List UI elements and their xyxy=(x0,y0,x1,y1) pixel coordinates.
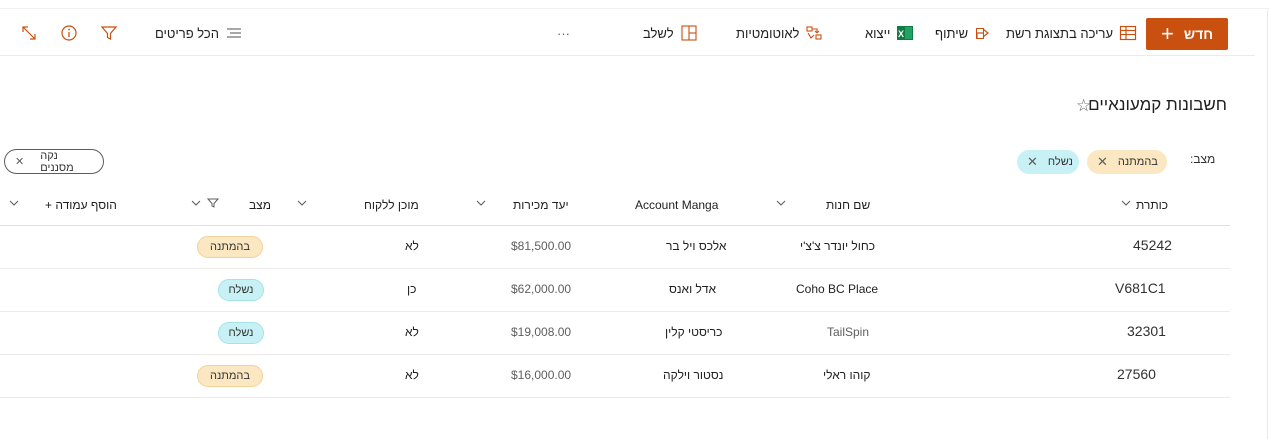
chevron-down-icon[interactable] xyxy=(8,197,20,209)
status-badge: נשלח xyxy=(218,322,264,344)
page-title: חשבונות קמעונאיים xyxy=(1088,95,1227,114)
automate-button[interactable]: לאוטומטיות xyxy=(736,22,823,44)
cell-manager: אלכס ויל בר xyxy=(666,239,727,253)
automate-icon xyxy=(806,26,823,40)
more-label: ··· xyxy=(557,25,570,41)
cell-manager: נסטור וילקה xyxy=(663,368,724,382)
cell-ready: לא xyxy=(405,325,419,339)
cell-manager: כריסטי קלין xyxy=(665,325,723,339)
cell-sales: $19,008.00 xyxy=(511,325,572,339)
filter-chip-pending[interactable]: ✕ בהמתנה xyxy=(1087,150,1167,174)
new-button[interactable]: + חדש xyxy=(1146,18,1228,50)
table-row[interactable]: 45242 כחול יונדר צ'צ'י אלכס ויל בר $81,5… xyxy=(0,226,1230,269)
cell-sales: $81,500.00 xyxy=(511,239,572,253)
column-header-sales[interactable]: יעד מכירות xyxy=(513,198,569,212)
info-icon[interactable] xyxy=(60,24,78,42)
table-row[interactable]: V681C1 Coho BC Place אדל ואנס $62,000.00… xyxy=(0,269,1230,312)
plus-icon: + xyxy=(1160,21,1174,46)
cell-store: קוהו ראלי xyxy=(823,368,871,382)
cell-title[interactable]: 45242 xyxy=(1133,237,1172,253)
add-column-button[interactable]: + הוסף עמודה xyxy=(45,198,117,212)
expand-icon[interactable] xyxy=(20,24,38,42)
all-items-label: הכל פריטים xyxy=(155,25,219,41)
chevron-down-icon[interactable] xyxy=(775,197,787,209)
right-divider xyxy=(1267,10,1268,439)
integrate-icon xyxy=(681,25,697,41)
chevron-down-icon[interactable] xyxy=(475,197,487,209)
cell-store: TailSpin xyxy=(827,325,870,339)
column-header-title[interactable]: כותרת xyxy=(1136,198,1168,212)
view-list-icon xyxy=(226,28,241,38)
clear-filters-button[interactable]: ✕ נקה מסננים xyxy=(4,149,104,174)
favorite-star-icon[interactable]: ☆ xyxy=(1076,96,1091,116)
grid-edit-label: עריכה בתצוגת רשת xyxy=(1006,25,1114,41)
chevron-down-icon[interactable] xyxy=(190,197,202,209)
export-button[interactable]: ייצוא X xyxy=(865,22,914,44)
filter-label: מצב: xyxy=(1190,152,1216,166)
excel-icon: X xyxy=(897,26,914,40)
cell-store: כחול יונדר צ'צ'י xyxy=(800,239,876,253)
clear-filters-label: נקה מסננים xyxy=(40,149,74,174)
cell-title[interactable]: 27560 xyxy=(1117,366,1156,382)
status-badge: בהמתנה xyxy=(197,365,263,387)
grid-icon xyxy=(1119,25,1137,41)
integrate-button[interactable]: לשלב xyxy=(643,22,698,44)
chevron-down-icon[interactable] xyxy=(1120,197,1132,209)
svg-text:X: X xyxy=(898,29,904,39)
all-items-view-button[interactable]: הכל פריטים xyxy=(155,22,243,44)
export-label: ייצוא xyxy=(865,25,891,41)
chevron-down-icon[interactable] xyxy=(296,197,308,209)
integrate-label: לשלב xyxy=(643,25,674,41)
filter-chip-sent[interactable]: ✕ נשלח xyxy=(1017,150,1079,174)
column-filter-icon[interactable] xyxy=(207,197,219,209)
table-row[interactable]: 32301 TailSpin כריסטי קלין $19,008.00 לא… xyxy=(0,312,1230,355)
table-row[interactable]: 27560 קוהו ראלי נסטור וילקה $16,000.00 ל… xyxy=(0,355,1230,398)
column-headers: כותרת שם חנות Account Manga יעד מכירות מ… xyxy=(0,186,1230,226)
column-header-status[interactable]: מצב xyxy=(249,198,271,212)
cell-title[interactable]: V681C1 xyxy=(1115,280,1166,296)
close-icon[interactable]: ✕ xyxy=(1097,154,1108,170)
close-icon[interactable]: ✕ xyxy=(1027,154,1038,170)
cell-title[interactable]: 32301 xyxy=(1127,323,1166,339)
share-button[interactable]: שיתוף xyxy=(935,22,992,44)
share-label: שיתוף xyxy=(935,25,969,41)
cell-ready: לא xyxy=(405,368,419,382)
grid-edit-button[interactable]: עריכה בתצוגת רשת xyxy=(1006,22,1137,44)
status-badge: נשלח xyxy=(218,279,264,301)
column-header-store[interactable]: שם חנות xyxy=(826,198,870,212)
cell-manager: אדל ואנס xyxy=(669,282,717,296)
top-border xyxy=(0,0,1269,9)
filter-icon[interactable] xyxy=(100,24,118,42)
filter-chip-label: בהמתנה xyxy=(1117,156,1158,168)
cell-ready: כן xyxy=(407,282,417,296)
column-header-ready[interactable]: מוכן ללקוח xyxy=(364,198,419,212)
share-icon xyxy=(976,28,990,39)
new-button-label: חדש xyxy=(1183,26,1214,42)
items-list: כותרת שם חנות Account Manga יעד מכירות מ… xyxy=(0,186,1230,398)
status-badge: בהמתנה xyxy=(197,236,263,258)
cell-ready: לא xyxy=(405,239,419,253)
column-header-manager[interactable]: Account Manga xyxy=(635,198,718,212)
more-button[interactable]: ··· xyxy=(557,22,570,44)
command-bar: + חדש עריכה בתצוגת רשת שיתוף ייצוא X לאו… xyxy=(0,10,1255,56)
automate-label: לאוטומטיות xyxy=(736,25,800,41)
filter-chip-label: נשלח xyxy=(1047,156,1073,168)
cell-store: Coho BC Place xyxy=(796,282,879,296)
close-icon: ✕ xyxy=(15,156,25,168)
cell-sales: $62,000.00 xyxy=(511,282,572,296)
cell-sales: $16,000.00 xyxy=(511,368,572,382)
